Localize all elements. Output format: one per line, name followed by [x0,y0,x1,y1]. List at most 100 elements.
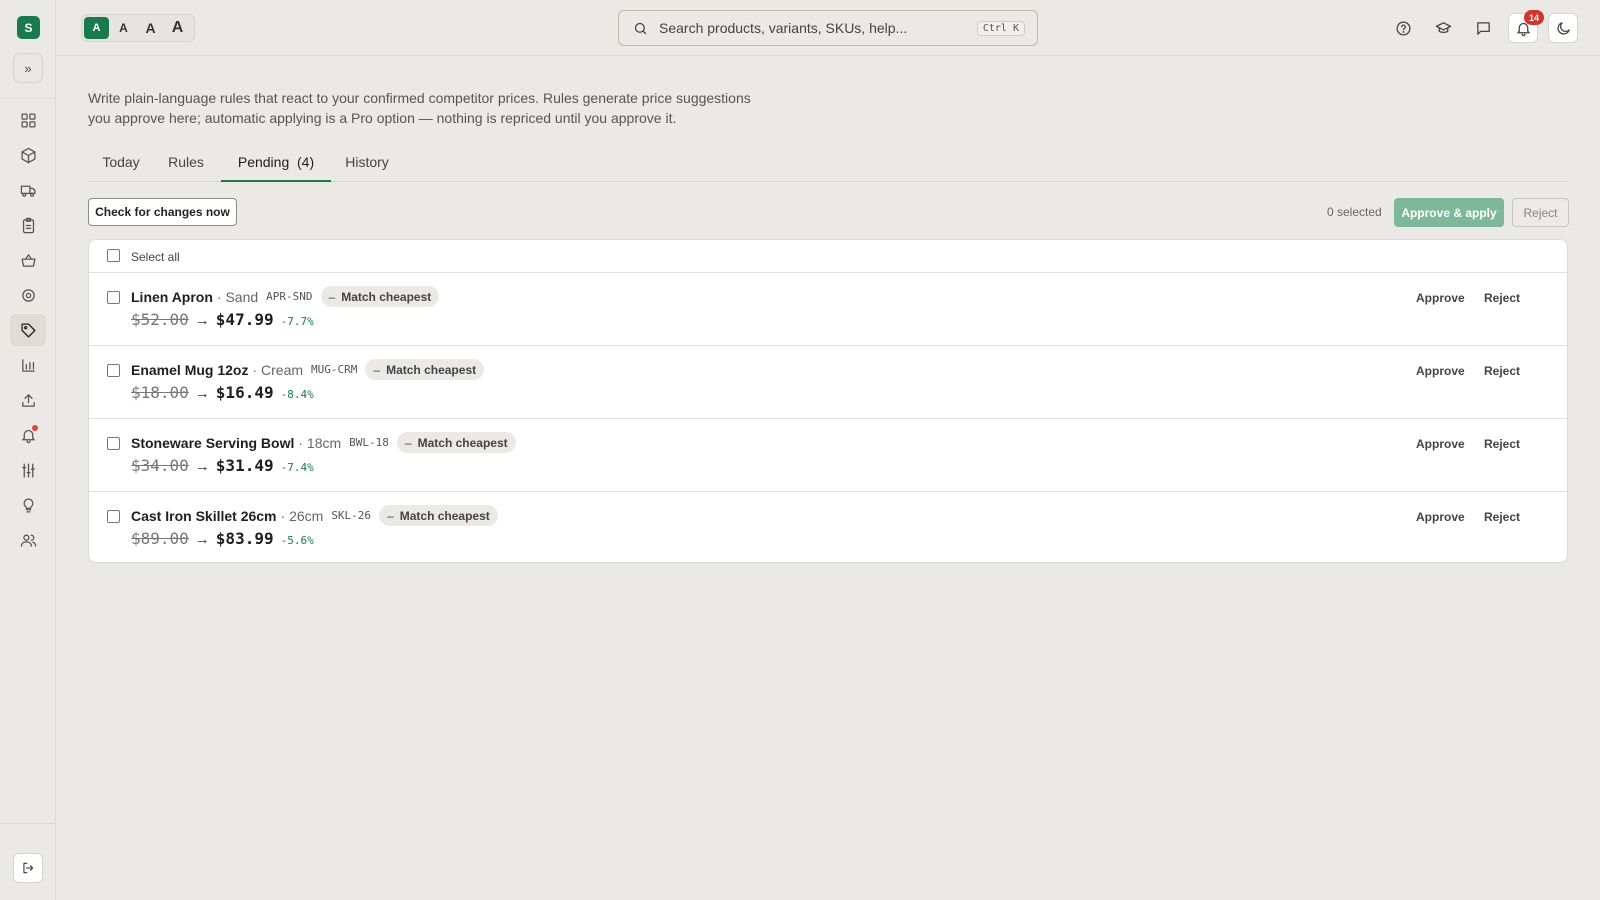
tab-bar: Today Rules Pending (4) History [88,148,1568,182]
rule-name: Match cheapest [399,508,490,523]
dash-icon: – [328,289,336,304]
page-description-line2: you approve here; automatic applying is … [88,110,677,126]
row-checkbox[interactable] [107,291,120,304]
help-circle-icon [1395,20,1411,36]
sidebar-item-basket[interactable] [10,244,46,276]
alert-dot [32,425,38,431]
table-row: Cast Iron Skillet 26cm · 26cm SKL-26 – Ma… [89,492,1567,562]
new-price: $47.99 [215,310,274,329]
help-button[interactable] [1388,13,1418,43]
search-placeholder: Search products, variants, SKUs, help... [659,20,908,36]
font-size-small-button[interactable]: A [84,17,109,39]
font-size-medium-button[interactable]: A [111,17,136,39]
price-change-percent: -7.4% [280,461,314,474]
users-icon [20,534,36,547]
sidebar-item-tips[interactable] [10,489,46,521]
tab-history[interactable]: History [331,148,403,182]
sidebar-item-orders[interactable] [10,209,46,241]
approve-button[interactable]: Approve [1416,437,1465,451]
arrow-icon: → [194,458,210,475]
expand-sidebar-button[interactable]: » [13,53,43,83]
sidebar-bottom-divider [0,823,55,824]
rule-chip: – Match cheapest [365,359,485,380]
approve-button[interactable]: Approve [1416,291,1465,305]
sidebar-item-dashboard[interactable] [10,104,46,136]
search-shortcut: Ctrl K [976,20,1025,36]
product-variant: · Sand [216,288,259,305]
lightbulb-icon [23,497,33,513]
sidebar-item-shipping[interactable] [10,174,46,206]
reject-button[interactable]: Reject [1484,364,1520,378]
target-icon [21,288,35,302]
check-for-changes-button[interactable]: Check for changes now [88,198,237,226]
arrow-icon: → [194,531,210,548]
product-sku: BWL-18 [349,436,389,449]
dash-icon: – [373,362,381,377]
font-size-large-button[interactable]: A [138,17,163,39]
tab-pending[interactable]: Pending (4) [221,148,331,182]
sidebar-item-products[interactable] [10,139,46,171]
arrow-icon: → [194,385,210,402]
rule-name: Match cheapest [417,435,508,450]
table-row: Stoneware Serving Bowl · 18cm BWL-18 – Ma… [89,419,1567,492]
new-price: $16.49 [215,383,274,402]
product-name: Enamel Mug 12oz [131,361,249,378]
sidebar-item-pricing[interactable] [10,314,46,346]
tab-today[interactable]: Today [88,148,154,182]
rule-chip: – Match cheapest [320,286,440,307]
sliders-icon [21,462,35,478]
sidebar-item-settings[interactable] [10,454,46,486]
table-row: Linen Apron · Sand APR-SND – Match cheape… [89,273,1567,346]
approve-button[interactable]: Approve [1416,510,1465,524]
select-all-row: Select all [89,240,1567,273]
approve-button[interactable]: Approve [1416,364,1465,378]
tag-icon [20,322,36,338]
sidebar-divider [0,98,55,99]
sidebar-item-import[interactable] [10,384,46,416]
product-name: Stoneware Serving Bowl [131,434,295,451]
new-price: $83.99 [215,529,274,548]
product-sku: SKL-26 [331,509,372,522]
bar-chart-icon [21,358,35,372]
product-name: Linen Apron [131,288,213,305]
reject-selected-button[interactable]: Reject [1512,198,1569,227]
sidebar-item-analytics[interactable] [10,349,46,381]
logout-button[interactable] [13,853,43,883]
table-row: Enamel Mug 12oz · Cream MUG-CRM – Match c… [89,346,1567,419]
old-price: $52.00 [131,310,189,329]
search-input[interactable]: Search products, variants, SKUs, help...… [618,10,1038,46]
price-change-percent: -7.7% [280,315,314,328]
message-icon [1476,21,1490,35]
search-icon [634,22,647,34]
theme-toggle-button[interactable] [1548,13,1578,43]
rule-chip: – Match cheapest [379,505,498,526]
sidebar-item-team[interactable] [10,524,46,556]
select-all-checkbox[interactable] [107,249,120,262]
dash-icon: – [404,435,412,450]
approve-apply-button[interactable]: Approve & apply [1394,198,1504,227]
messages-button[interactable] [1468,13,1498,43]
product-variant: · Cream [252,361,304,378]
app-logo[interactable]: S [17,16,40,39]
sidebar-item-competitors[interactable] [10,279,46,311]
new-price: $31.49 [215,456,274,475]
product-variant: · 26cm [280,507,324,524]
page-description: Write plain-language rules that react to… [88,88,788,128]
sidebar-item-alerts[interactable] [10,419,46,451]
old-price: $34.00 [131,456,189,475]
product-name: Cast Iron Skillet 26cm [131,507,277,524]
font-size-xlarge-button[interactable]: A [165,17,190,39]
learn-button[interactable] [1428,13,1458,43]
reject-button[interactable]: Reject [1484,510,1520,524]
row-checkbox[interactable] [107,510,120,523]
rule-name: Match cheapest [386,362,477,377]
arrow-icon: → [194,312,210,329]
reject-button[interactable]: Reject [1484,291,1520,305]
product-variant: · 18cm [298,434,342,451]
tab-rules[interactable]: Rules [154,148,218,182]
rule-chip: – Match cheapest [396,432,516,453]
row-checkbox[interactable] [107,364,120,377]
row-checkbox[interactable] [107,437,120,450]
notifications-button[interactable]: 14 [1508,10,1544,43]
reject-button[interactable]: Reject [1484,437,1520,451]
